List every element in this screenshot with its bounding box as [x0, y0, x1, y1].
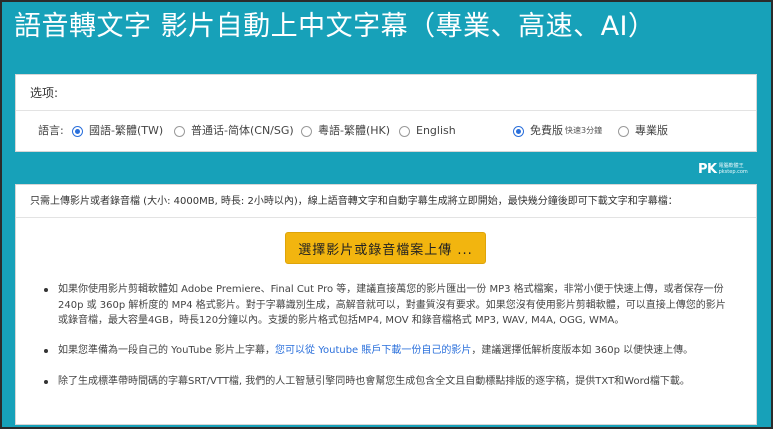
- info-list-item: 如果你使用影片剪輯軟體如 Adobe Premiere、Final Cut Pr…: [44, 282, 734, 329]
- watermark-site: 電腦軟體王 pkstep.com: [719, 163, 748, 175]
- language-option-label: 普通话-简体(CN/SG): [191, 124, 294, 137]
- watermark-pk-text: PK: [698, 161, 717, 177]
- language-option-label: 國語-繁體(TW): [89, 124, 164, 137]
- language-option-hk[interactable]: 粵語-繁體(HK): [301, 121, 390, 141]
- page-title: 語音轉文字 影片自動上中文字幕（專業、高速、AI）: [14, 11, 656, 42]
- info-text: 如果您準備為一段自己的 YouTube 影片上字幕，: [58, 344, 276, 356]
- language-option-en[interactable]: English: [399, 121, 456, 141]
- plan-option-label: 專業版: [635, 124, 668, 137]
- language-option-label: English: [416, 124, 456, 137]
- language-label: 語言:: [38, 124, 64, 137]
- radio-checked-icon[interactable]: [513, 125, 524, 137]
- language-option-cn[interactable]: 普通话-简体(CN/SG): [174, 121, 294, 141]
- info-list: 如果你使用影片剪輯軟體如 Adobe Premiere、Final Cut Pr…: [16, 282, 756, 390]
- options-panel: 选项: 語言: 國語-繁體(TW) 普通话-简体(CN/SG) 粵語-繁體(HK…: [15, 74, 757, 152]
- language-option-label: 粵語-繁體(HK): [318, 124, 391, 137]
- radio-unchecked-icon[interactable]: [399, 125, 410, 137]
- plan-option-free[interactable]: 免費版 快速3分鐘: [513, 121, 602, 141]
- plan-option-pro[interactable]: 專業版: [618, 121, 668, 141]
- youtube-download-link[interactable]: 您可以從 Youtube 賬戶下載一份自己的影片: [275, 345, 471, 356]
- radio-unchecked-icon[interactable]: [301, 125, 312, 137]
- upload-panel: 只需上傳影片或者錄音檔 (大小: 4000MB, 時長: 2小時以內)，線上語音…: [15, 184, 757, 425]
- upload-file-button[interactable]: 選擇影片或錄音檔案上傳 ...: [285, 232, 486, 264]
- options-row: 語言: 國語-繁體(TW) 普通话-简体(CN/SG) 粵語-繁體(HK) En…: [16, 121, 756, 141]
- watermark-logo: PK 電腦軟體王 pkstep.com: [698, 161, 748, 177]
- plan-option-note: 快速3分鐘: [565, 126, 603, 135]
- info-list-item: 如果您準備為一段自己的 YouTube 影片上字幕，您可以從 Youtube 賬…: [44, 343, 734, 359]
- language-option-tw[interactable]: 國語-繁體(TW): [72, 121, 163, 141]
- watermark-site-bottom: pkstep.com: [718, 169, 748, 175]
- radio-checked-icon[interactable]: [72, 125, 83, 137]
- options-header: 选项:: [16, 75, 756, 111]
- info-list-item: 除了生成標準帶時間碼的字幕SRT/VTT檔, 我們的人工智慧引擎同時也會幫您生成…: [44, 374, 734, 390]
- upload-intro-text: 只需上傳影片或者錄音檔 (大小: 4000MB, 時長: 2小時以內)，線上語音…: [16, 185, 756, 218]
- radio-unchecked-icon[interactable]: [174, 125, 185, 137]
- info-text: ，建議選擇低解析度版本如 360p 以便快速上傳。: [471, 344, 694, 356]
- plan-option-label: 免費版: [530, 124, 563, 137]
- radio-unchecked-icon[interactable]: [618, 125, 629, 137]
